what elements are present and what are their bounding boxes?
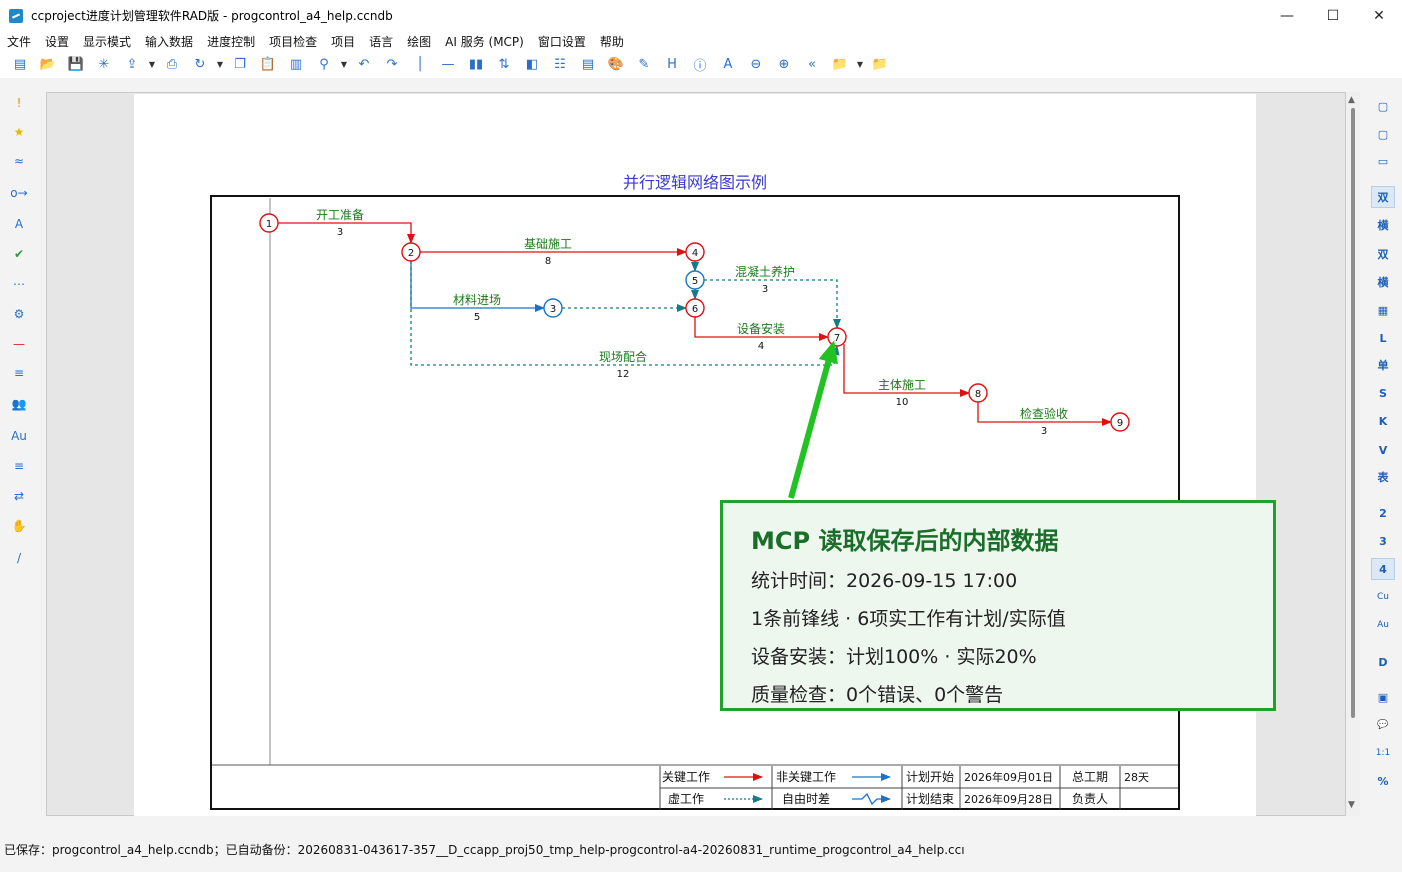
callout-title: MCP 读取保存后的内部数据	[751, 527, 1059, 555]
status-bar: 已保存：progcontrol_a4_help.ccndb；已自动备份：2026…	[0, 838, 1402, 861]
callout-line: 1条前锋线 · 6项实工作有计划/实际值	[751, 608, 1066, 630]
mcp-callout: MCP 读取保存后的内部数据 统计时间：2026-09-15 17:00 1条前…	[720, 500, 1276, 711]
status-text: 已保存：progcontrol_a4_help.ccndb；已自动备份：2026…	[4, 843, 965, 857]
callout-line: 设备安装：计划100% · 实际20%	[751, 646, 1037, 668]
callout-line: 统计时间：2026-09-15 17:00	[751, 570, 1018, 592]
annotation-arrow-layer	[788, 340, 839, 499]
annotation-arrow	[788, 340, 839, 499]
callout-line: 质量检查：0个错误、0个警告	[751, 684, 1004, 706]
